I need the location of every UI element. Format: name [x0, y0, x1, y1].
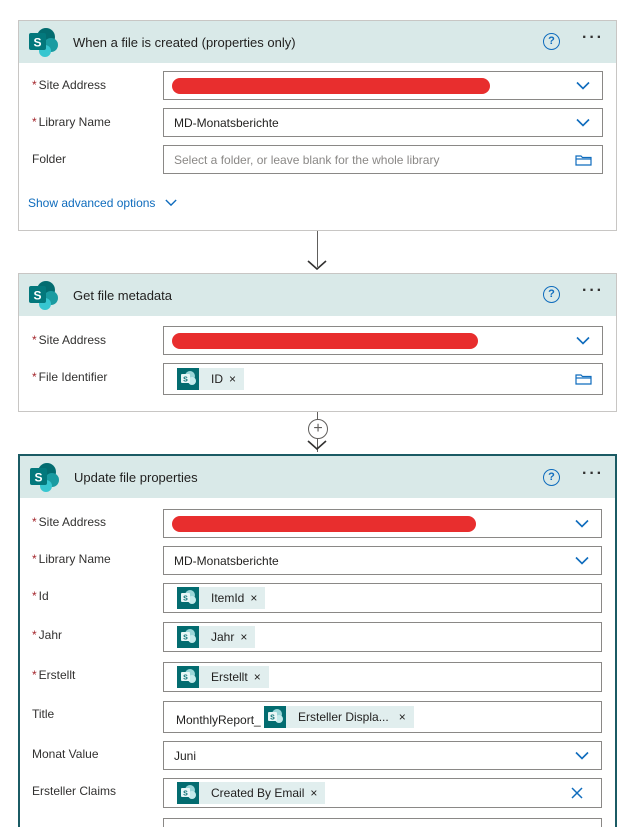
- token-label: Jahr: [211, 630, 235, 644]
- dynamic-content-token[interactable]: ID ×: [177, 368, 245, 390]
- more-options-icon[interactable]: ···: [582, 29, 604, 47]
- remove-token-icon[interactable]: ×: [250, 591, 257, 605]
- ersteller-claims-input[interactable]: Created By Email ×: [163, 778, 602, 808]
- monat-value: Juni: [174, 748, 197, 763]
- library-name-value: MD-Monatsberichte: [174, 553, 279, 568]
- next-field-partial[interactable]: [163, 818, 602, 827]
- clear-field-icon[interactable]: [571, 787, 583, 799]
- id-label: * Id: [32, 589, 49, 603]
- help-icon[interactable]: ?: [543, 469, 560, 486]
- sharepoint-token-icon: [177, 666, 199, 688]
- erstellt-label: * Erstellt: [32, 668, 76, 682]
- dynamic-content-token[interactable]: Ersteller Displa... ×: [264, 706, 414, 728]
- jahr-input[interactable]: Jahr ×: [163, 622, 602, 652]
- chevron-down-icon[interactable]: [576, 81, 590, 90]
- help-icon[interactable]: ?: [543, 33, 560, 50]
- redaction-mark: [172, 77, 490, 94]
- library-name-value: MD-Monatsberichte: [174, 115, 279, 130]
- card-title: Get file metadata: [73, 287, 172, 303]
- jahr-label: * Jahr: [32, 628, 63, 642]
- chevron-down-icon[interactable]: [576, 336, 590, 345]
- get-metadata-card-header[interactable]: Get file metadata ? ···: [19, 274, 616, 316]
- dynamic-content-token[interactable]: Jahr ×: [177, 626, 256, 648]
- sharepoint-logo-icon: [27, 279, 59, 311]
- folder-icon[interactable]: [575, 373, 592, 385]
- remove-token-icon[interactable]: ×: [310, 786, 317, 800]
- show-advanced-options-link[interactable]: Show advanced options: [28, 196, 177, 210]
- site-address-label: * Site Address: [32, 78, 107, 92]
- remove-token-icon[interactable]: ×: [229, 372, 236, 386]
- monat-value-label: Monat Value: [32, 747, 99, 761]
- folder-icon[interactable]: [575, 154, 592, 166]
- dynamic-content-token[interactable]: Erstellt ×: [177, 666, 269, 688]
- title-prefix-text: MonthlyReport_: [176, 713, 261, 727]
- arrow-down-icon: [307, 440, 327, 450]
- sharepoint-token-icon: [177, 782, 199, 804]
- file-identifier-input[interactable]: ID ×: [163, 363, 603, 395]
- update-card-header[interactable]: Update file properties ? ···: [20, 456, 615, 498]
- sharepoint-logo-icon: [27, 26, 59, 58]
- dynamic-content-token[interactable]: ItemId ×: [177, 587, 266, 609]
- sharepoint-logo-icon: [28, 461, 60, 493]
- token-label: Ersteller Displa...: [298, 710, 389, 724]
- trigger-card-header[interactable]: When a file is created (properties only)…: [19, 21, 616, 63]
- file-identifier-label: * File Identifier: [32, 370, 108, 384]
- sharepoint-token-icon: [177, 587, 199, 609]
- chevron-down-icon[interactable]: [576, 118, 590, 127]
- library-name-label: * Library Name: [32, 115, 111, 129]
- sharepoint-token-icon: [177, 368, 199, 390]
- id-input[interactable]: ItemId ×: [163, 583, 602, 613]
- title-input[interactable]: MonthlyReport_ Ersteller Displa... ×: [163, 701, 602, 733]
- monat-value-dropdown[interactable]: Juni: [163, 741, 602, 770]
- token-label: Erstellt: [211, 670, 248, 684]
- site-address-dropdown[interactable]: [163, 326, 603, 355]
- help-icon[interactable]: ?: [543, 286, 560, 303]
- erstellt-input[interactable]: Erstellt ×: [163, 662, 602, 692]
- arrow-down-icon: [307, 260, 327, 270]
- site-address-label: * Site Address: [32, 333, 107, 347]
- card-title: Update file properties: [74, 469, 198, 485]
- more-options-icon[interactable]: ···: [582, 465, 604, 483]
- token-label: ItemId: [211, 591, 245, 605]
- library-name-dropdown[interactable]: MD-Monatsberichte: [163, 546, 602, 575]
- remove-token-icon[interactable]: ×: [254, 670, 261, 684]
- chevron-down-icon: [165, 199, 177, 207]
- update-file-properties-card[interactable]: Update file properties ? ··· * Site Addre…: [18, 454, 617, 827]
- title-label: Title: [32, 707, 55, 721]
- insert-step-button[interactable]: +: [308, 419, 328, 439]
- site-address-dropdown[interactable]: [163, 509, 602, 538]
- card-title: When a file is created (properties only): [73, 34, 296, 50]
- site-address-dropdown[interactable]: [163, 71, 603, 100]
- get-metadata-card[interactable]: Get file metadata ? ··· * Site Address * F…: [18, 273, 617, 412]
- remove-token-icon[interactable]: ×: [240, 630, 247, 644]
- chevron-down-icon[interactable]: [575, 751, 589, 760]
- token-label: Created By Email: [211, 786, 305, 800]
- token-label: ID: [211, 372, 223, 386]
- library-name-dropdown[interactable]: MD-Monatsberichte: [163, 108, 603, 137]
- more-options-icon[interactable]: ···: [582, 282, 604, 300]
- redaction-mark: [172, 332, 478, 349]
- library-name-label: * Library Name: [32, 552, 111, 566]
- sharepoint-token-icon: [264, 706, 286, 728]
- chevron-down-icon[interactable]: [575, 556, 589, 565]
- chevron-down-icon[interactable]: [575, 519, 589, 528]
- sharepoint-token-icon: [177, 626, 199, 648]
- ersteller-claims-label: Ersteller Claims: [32, 784, 117, 798]
- trigger-card[interactable]: When a file is created (properties only)…: [18, 20, 617, 231]
- folder-placeholder: Select a folder, or leave blank for the …: [174, 152, 440, 167]
- site-address-label: * Site Address: [32, 515, 107, 529]
- dynamic-content-token[interactable]: Created By Email ×: [177, 782, 326, 804]
- redaction-mark: [172, 515, 476, 532]
- folder-input[interactable]: Select a folder, or leave blank for the …: [163, 145, 603, 174]
- remove-token-icon[interactable]: ×: [399, 710, 406, 724]
- folder-label: Folder: [32, 152, 67, 166]
